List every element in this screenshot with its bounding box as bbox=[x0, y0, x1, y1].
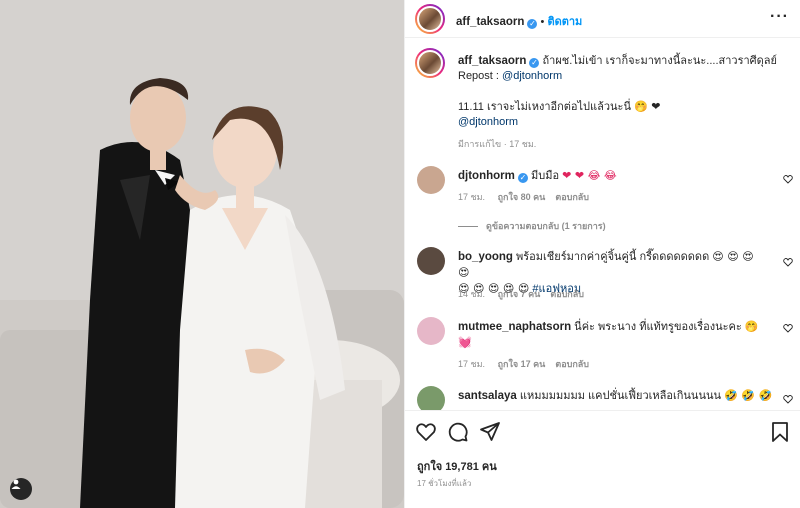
commenter-avatar[interactable] bbox=[417, 247, 445, 275]
comment-text: mutmee_naphatsorn นี่ค่ะ พระนาง ที่แท้ทร… bbox=[458, 319, 767, 351]
post-photo[interactable] bbox=[0, 0, 404, 508]
post-timestamp[interactable]: 17 ชั่วโมงที่แล้ว bbox=[417, 477, 471, 490]
caption-row: aff_taksaorn ✓ ถ้าผช.ไม่เข้า เราก็จะมาทา… bbox=[405, 48, 800, 158]
post-header: aff_taksaorn ✓ • ติดตาม ··· bbox=[405, 0, 800, 38]
more-options-icon[interactable]: ··· bbox=[770, 8, 789, 26]
comment-likes[interactable]: ถูกใจ 7 คน bbox=[498, 289, 541, 299]
action-bar bbox=[415, 421, 791, 445]
commenter-username[interactable]: santsalaya bbox=[458, 390, 517, 402]
caption-emoji: 🤭 ❤ bbox=[634, 100, 661, 113]
verified-badge-icon: ✓ bbox=[517, 173, 528, 183]
like-count[interactable]: ถูกใจ 19,781 คน bbox=[417, 457, 497, 475]
comment-text: djtonhorm ✓ มีบมือ ❤ ❤ 😂 😂 bbox=[458, 168, 767, 184]
repost-handle-link[interactable]: @djtonhorm bbox=[502, 70, 562, 82]
comment-item: mutmee_naphatsorn นี่ค่ะ พระนาง ที่แท้ทร… bbox=[405, 317, 800, 372]
post-sidebar: aff_taksaorn ✓ • ติดตาม ··· aff_taksaorn… bbox=[404, 0, 800, 508]
comment-item: djtonhorm ✓ มีบมือ ❤ ❤ 😂 😂 17 ชม. ถูกใจ … bbox=[405, 166, 800, 206]
comment-time: 14 ชม. bbox=[458, 289, 486, 299]
heart-icon[interactable] bbox=[783, 174, 793, 184]
commenter-avatar[interactable] bbox=[417, 386, 445, 410]
verified-badge-icon: ✓ bbox=[527, 19, 538, 29]
verified-badge-icon: ✓ bbox=[529, 58, 540, 68]
comment-body: แหมมมมมมม แคปชั่นเฟี้ยวเหลือเกินนนนน bbox=[519, 390, 722, 402]
bookmark-icon[interactable] bbox=[769, 421, 791, 443]
separator-dot: • bbox=[540, 16, 545, 28]
comment-reply-button[interactable]: ตอบกลับ bbox=[555, 192, 589, 202]
view-replies-label: ดูข้อความตอบกลับ (1 รายการ) bbox=[486, 221, 606, 231]
view-replies-line bbox=[458, 226, 478, 228]
comment-reply-button[interactable]: ตอบกลับ bbox=[550, 289, 584, 299]
follow-button[interactable]: ติดตาม bbox=[547, 16, 582, 28]
heart-icon[interactable] bbox=[783, 257, 793, 267]
comment-likes[interactable]: ถูกใจ 80 คน bbox=[498, 192, 546, 202]
commenter-username[interactable]: bo_yoong bbox=[458, 251, 513, 263]
share-icon[interactable] bbox=[479, 421, 501, 443]
view-replies-button[interactable]: ดูข้อความตอบกลับ (1 รายการ) bbox=[458, 219, 606, 233]
commenter-username[interactable]: djtonhorm bbox=[458, 170, 515, 182]
comment-time: 17 ชม. bbox=[458, 359, 486, 369]
comment-meta: 17 ชม. ถูกใจ 80 คน ตอบกลับ bbox=[458, 190, 589, 204]
user-tag-button[interactable] bbox=[10, 478, 32, 500]
comment-icon[interactable] bbox=[447, 421, 469, 443]
comment-time: 17 ชม. bbox=[458, 192, 486, 202]
heart-icon[interactable] bbox=[783, 323, 793, 333]
commenter-avatar[interactable] bbox=[417, 317, 445, 345]
comment-emoji: ❤ ❤ 😂 😂 bbox=[562, 169, 617, 182]
comment-body: นี่ค่ะ พระนาง ที่แท้ทรูของเรื่องนะคะ bbox=[574, 321, 742, 333]
heart-icon[interactable] bbox=[783, 394, 793, 404]
repost-prefix: Repost : bbox=[458, 70, 499, 82]
comment-meta: 14 ชม. ถูกใจ 7 คน ตอบกลับ bbox=[458, 287, 584, 301]
heart-icon[interactable] bbox=[415, 421, 437, 443]
user-tag-icon bbox=[11, 479, 21, 489]
comment-text: santsalaya แหมมมมมมม แคปชั่นเฟี้ยวเหลือเ… bbox=[458, 388, 772, 404]
caption-mention-link[interactable]: @djtonhorm bbox=[458, 116, 518, 128]
comment-emoji: 🤭 bbox=[744, 320, 759, 333]
caption-line2: 11.11 เราจะไม่เหงาอีกต่อไปแล้วนะนี่ bbox=[458, 101, 631, 113]
caption-edited: มีการแก้ไข · 17 ชม. bbox=[458, 139, 537, 149]
comment-reply-button[interactable]: ตอบกลับ bbox=[555, 359, 589, 369]
comment-likes[interactable]: ถูกใจ 17 คน bbox=[498, 359, 546, 369]
author-avatar[interactable] bbox=[415, 4, 445, 34]
caption-line1: ถ้าผช.ไม่เข้า เราก็จะมาทางนี้ละนะ....สาว… bbox=[542, 55, 777, 67]
comment-emoji: 🤣 🤣 🤣 bbox=[724, 389, 773, 402]
caption-username[interactable]: aff_taksaorn bbox=[458, 55, 526, 67]
author-username[interactable]: aff_taksaorn bbox=[456, 16, 524, 28]
header-user-line: aff_taksaorn ✓ • ติดตาม bbox=[456, 12, 582, 30]
caption-author-avatar[interactable] bbox=[415, 48, 445, 78]
comment-item: santsalaya แหมมมมมมม แคปชั่นเฟี้ยวเหลือเ… bbox=[405, 386, 800, 410]
photo-illustration bbox=[0, 0, 404, 508]
comment-body: มีบมือ bbox=[530, 170, 560, 182]
comment-meta: 17 ชม. ถูกใจ 17 คน ตอบกลับ bbox=[458, 357, 589, 371]
caption-text: aff_taksaorn ✓ ถ้าผช.ไม่เข้า เราก็จะมาทา… bbox=[458, 54, 791, 130]
comment-body: พร้อมเชียร์มากค่าคู่จิ้นคู่นี้ กรี๊ดดดดด… bbox=[516, 251, 710, 263]
commenter-username[interactable]: mutmee_naphatsorn bbox=[458, 321, 571, 333]
comment-item: bo_yoong พร้อมเชียร์มากค่าคู่จิ้นคู่นี้ … bbox=[405, 247, 800, 302]
commenter-avatar[interactable] bbox=[417, 166, 445, 194]
post-footer: ถูกใจ 19,781 คน 17 ชั่วโมงที่แล้ว bbox=[405, 410, 800, 508]
comment-emoji-2: 💓 bbox=[458, 336, 472, 349]
